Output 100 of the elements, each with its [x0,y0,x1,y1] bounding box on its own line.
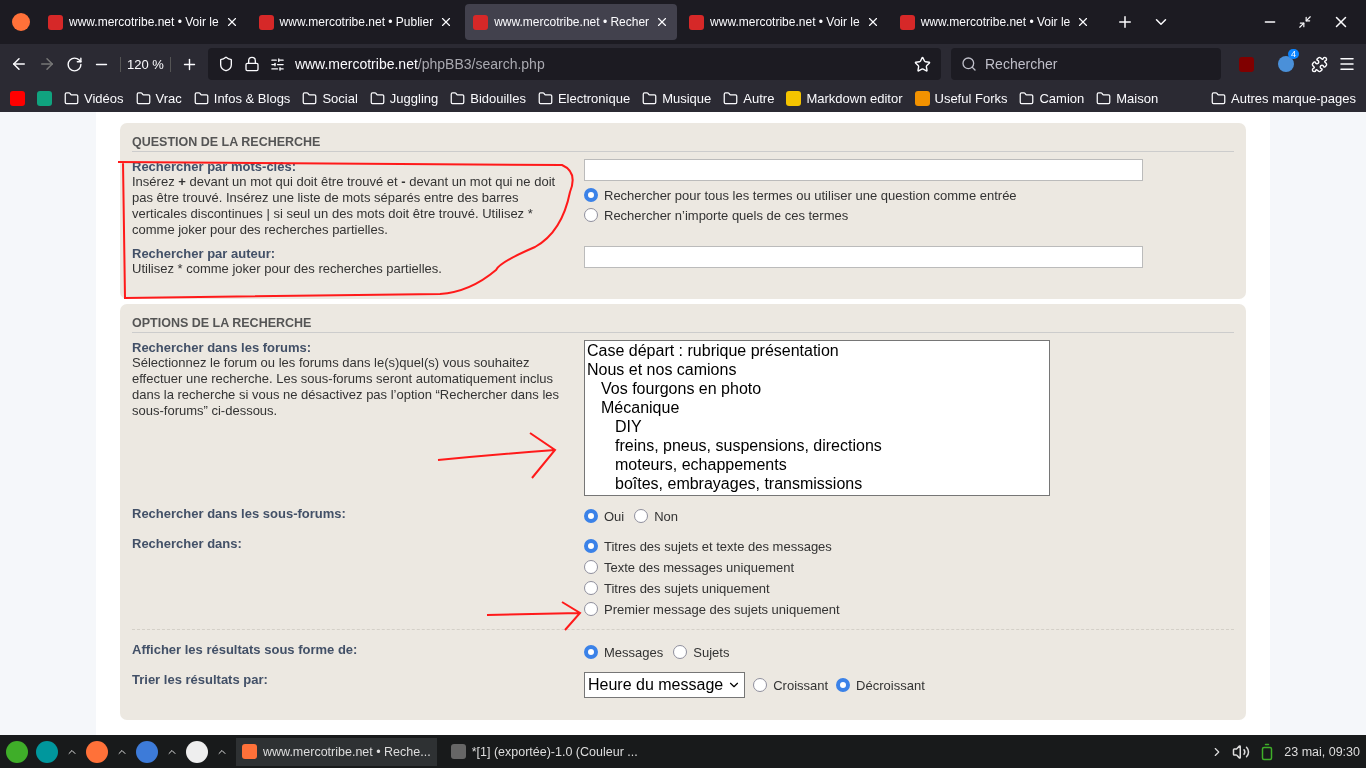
radio-button[interactable] [673,645,688,659]
keywords-field[interactable] [584,159,1143,181]
section-heading: OPTIONS DE LA RECHERCHE [132,312,1234,333]
radio-option[interactable]: Messages [584,642,664,662]
restore-icon[interactable] [1298,15,1312,29]
bookmark-link[interactable]: Vrac [155,90,182,106]
author-field[interactable] [584,246,1143,268]
search-field[interactable]: Rechercher [951,48,1221,80]
radio-option[interactable]: Croissant [753,675,829,695]
field-label: Rechercher par auteur: [132,246,277,261]
radio-option[interactable]: Rechercher pour tous les termes ou utiliser une question comme entrée [584,185,1234,205]
radio-option[interactable]: Texte des messages uniquement [584,557,1234,577]
field-label: Afficher les résultats sous forme de: [132,642,359,659]
field-label: Rechercher dans: [132,536,243,553]
forward-icon[interactable] [38,55,56,73]
radio-button[interactable] [836,678,851,692]
bookmark-link[interactable]: Useful Forks [934,90,1008,106]
browser-tab[interactable]: www.mercotribe.net • Voir le [681,4,888,40]
bookmark-link[interactable]: Autres marque-pages [1231,90,1356,106]
extensions-icon[interactable] [1311,55,1328,73]
folder-icon [302,90,318,106]
browser-tab[interactable]: www.mercotribe.net • Voir le [891,4,1099,40]
bookmark-link[interactable]: Markdown editor [806,90,903,106]
radio-option[interactable]: Titres des sujets uniquement [584,578,1234,598]
bookmark-link[interactable]: Electronique [557,90,631,106]
radio-button[interactable] [584,645,598,659]
site-icon [689,14,705,30]
radio-button[interactable] [584,539,598,553]
site-icon [899,14,915,30]
field-label: Rechercher dans les sous-forums: [132,506,347,523]
radio-option[interactable]: Décroissant [836,675,925,695]
forum-option[interactable]: Vos fourgons en photo [585,379,1049,398]
video-icon [10,90,25,106]
mail-icon[interactable] [136,740,158,763]
forum-option[interactable]: Case départ : rubrique présentation [585,341,1049,360]
radio-button[interactable] [584,581,598,595]
radio-option[interactable]: Sujets [673,642,730,662]
bookmark-link[interactable]: Vidéos [84,90,124,106]
menu-icon[interactable] [1338,55,1356,73]
fork-icon [914,90,930,106]
reload-icon[interactable] [66,55,83,73]
folder-icon [723,90,739,106]
folder-icon [450,90,466,106]
bookmark-link[interactable]: Musique [662,90,712,106]
back-icon[interactable] [10,55,28,73]
volume-icon[interactable] [1232,742,1251,761]
radio-option[interactable]: Rechercher n’importe quels de ces termes [584,205,1234,225]
bookmark-link[interactable]: Social [322,90,358,106]
lock-icon [243,56,260,72]
folder-icon [1096,90,1112,106]
taskbar-window[interactable]: www.mercotribe.net • Reche... [236,737,437,766]
bookmark-link[interactable]: Maison [1116,90,1159,106]
radio-option[interactable]: Non [634,506,679,526]
browser-tab[interactable]: www.mercotribe.net • Publier [250,4,462,40]
radio-button[interactable] [753,678,768,692]
site-icon [473,14,489,30]
chat-icon [37,90,52,106]
permissions-icon [269,56,285,72]
start-icon[interactable] [6,740,28,763]
bookmark-link[interactable]: Bidouilles [470,90,526,106]
markdown-icon [786,90,802,106]
site-icon [258,14,274,30]
shield-icon [217,56,234,72]
bookmark-star-icon[interactable] [914,55,931,73]
address-bar[interactable]: www.mercotribe.net/phpBB3/search.php [207,48,941,80]
radio-button[interactable] [584,602,598,616]
count-badge: 4 [1288,49,1299,59]
zoom-level[interactable]: 120 % [120,56,171,72]
radio-option[interactable]: Oui [584,506,625,526]
sort-dropdown[interactable]: Heure du message [584,672,746,698]
taskbar-window[interactable]: *[1] (exportée)-1.0 (Couleur ... [444,737,644,766]
folder-icon [642,90,658,106]
forum-option[interactable]: Nous et nos camions [585,360,1049,379]
forum-option[interactable]: freins, pneus, suspensions, directions [585,436,1049,455]
forum-option[interactable]: boîtes, embrayages, transmissions [585,474,1049,493]
bookmark-link[interactable]: Juggling [389,90,439,106]
bookmark-link[interactable]: Autre [743,90,775,106]
forum-option[interactable]: Mécanique [585,398,1049,417]
radio-option[interactable]: Premier message des sujets uniquement [584,599,1234,619]
radio-button[interactable] [584,560,598,574]
radio-button[interactable] [584,188,598,202]
forum-option[interactable]: moteurs, echappements [585,455,1049,474]
radio-button[interactable] [634,509,649,523]
browser-tab[interactable]: www.mercotribe.net • Voir le [40,4,247,40]
field-label: Rechercher dans les forums: [132,340,313,355]
forum-list[interactable]: Case départ : rubrique présentation Nous et nos camions Vos fourgons en photo Mécanique DIY freins, pneus, suspensions, directions moteurs, echappements boîtes, embrayages, transmissions [584,340,1050,496]
browser-tab[interactable]: www.mercotribe.net • Recher [465,4,678,40]
help-text: Sélectionnez le forum ou les forums dans le(s)quel(s) vous souhaitez effectuer une recherche. Les sous-forums seront automatiquement inclus dans la recherche si vous ne désactivez pas l’option “Rechercher dans les sous-forums” ci-dessous. [132,355,561,419]
app-icon[interactable] [186,740,208,763]
browser-icon[interactable] [86,740,108,763]
bookmark-link[interactable]: Infos & Blogs [213,90,291,106]
radio-button[interactable] [584,509,598,523]
bookmark-link[interactable]: Camion [1039,90,1085,106]
radio-option[interactable]: Titres des sujets et texte des messages [584,536,1234,556]
folder-icon [135,90,151,106]
radio-button[interactable] [584,208,598,222]
folder-icon [64,90,79,106]
forum-option[interactable]: DIY [585,417,1049,436]
folder-icon [193,90,209,106]
folder-icon [1019,90,1035,106]
